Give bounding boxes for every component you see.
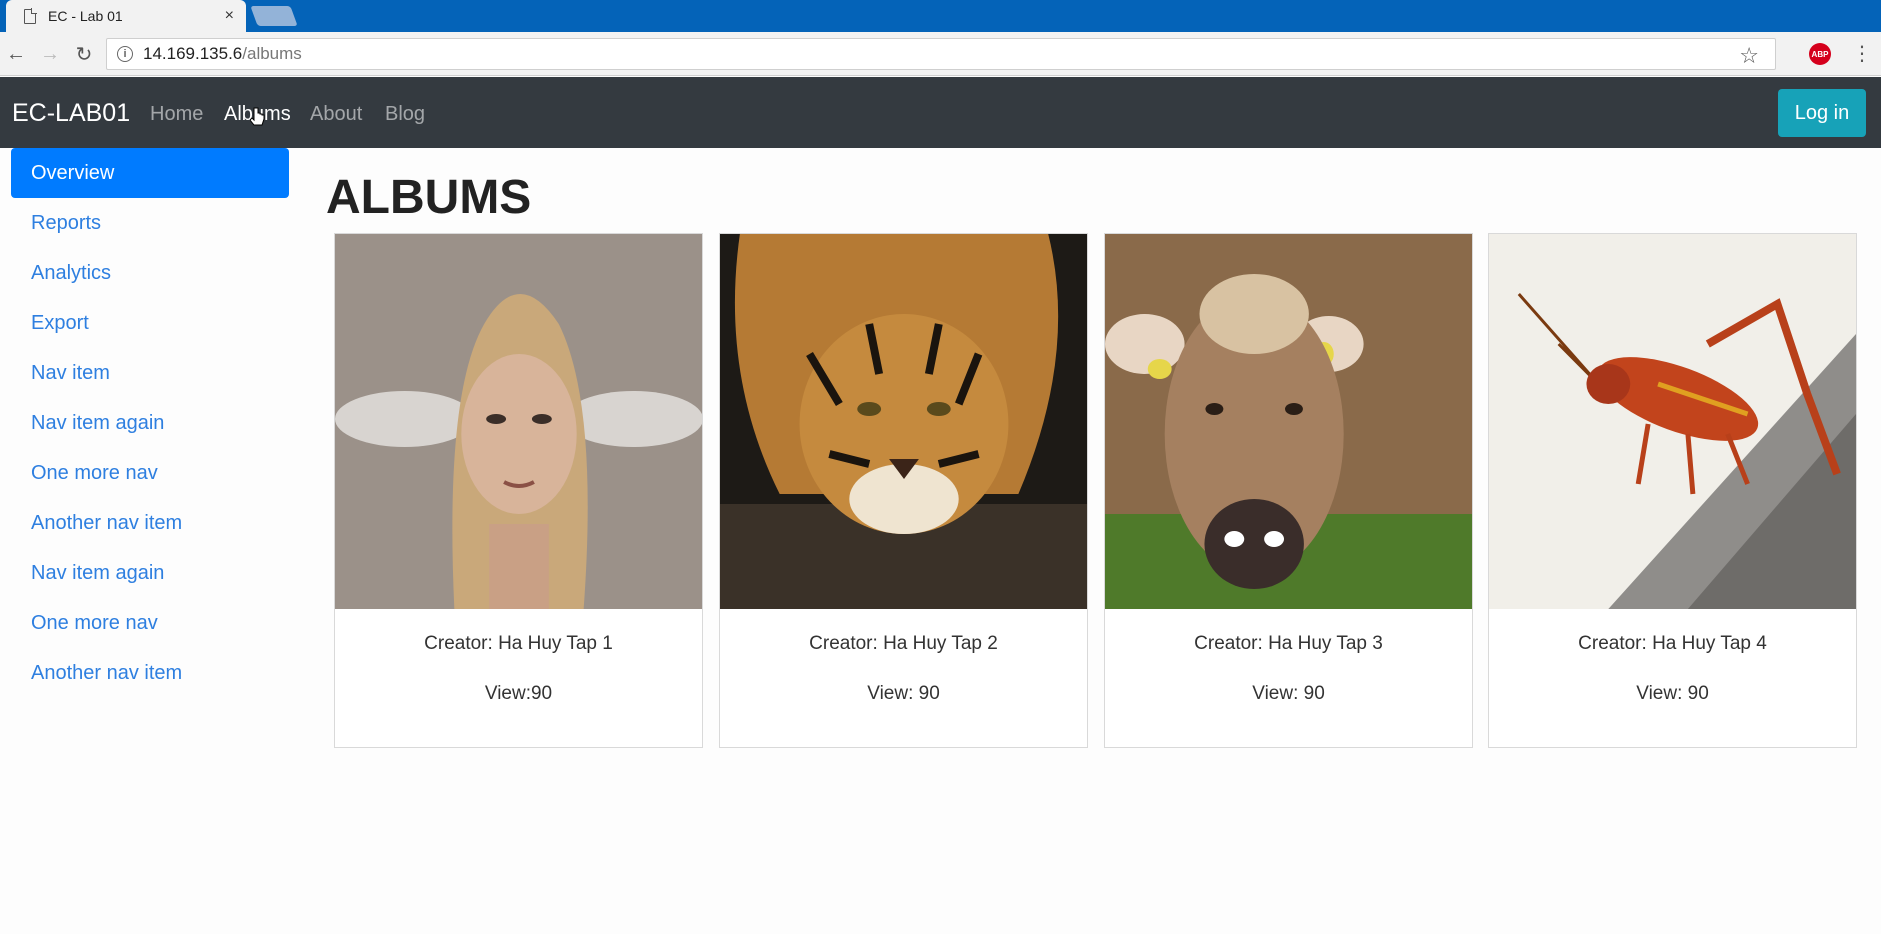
sidebar-item-one-more-nav-2[interactable]: One more nav <box>11 598 289 648</box>
album-creator: Creator: Ha Huy Tap 1 <box>424 633 613 654</box>
info-icon[interactable]: i <box>117 46 133 62</box>
sidebar-item-reports[interactable]: Reports <box>11 198 289 248</box>
url-host: 14.169.135.6 <box>143 44 243 63</box>
browser-tabstrip: EC - Lab 01 × <box>0 0 1881 32</box>
browser-tab[interactable]: EC - Lab 01 × <box>6 0 246 32</box>
sidebar-item-nav-item-again-2[interactable]: Nav item again <box>11 548 289 598</box>
bookmark-star-icon[interactable]: ☆ <box>1739 43 1759 69</box>
address-bar[interactable]: i 14.169.135.6/albums ☆ <box>106 38 1776 70</box>
back-icon[interactable]: ← <box>4 42 28 66</box>
nav-link-blog[interactable]: Blog <box>385 103 425 126</box>
album-card[interactable]: Creator: Ha Huy Tap 1 View:90 <box>334 233 703 748</box>
album-views: View:90 <box>484 683 553 704</box>
sidebar-item-one-more-nav[interactable]: One more nav <box>11 448 289 498</box>
nav-link-home[interactable]: Home <box>150 103 203 126</box>
url-path: /albums <box>242 44 302 63</box>
album-image-grasshopper[interactable] <box>1489 234 1856 609</box>
reload-icon[interactable]: ↻ <box>72 42 96 66</box>
album-card[interactable]: Creator: Ha Huy Tap 4 View: 90 <box>1488 233 1857 748</box>
album-creator: Creator: Ha Huy Tap 4 <box>1578 633 1767 654</box>
sidebar: Overview Reports Analytics Export Nav it… <box>0 148 300 934</box>
brand-logo[interactable]: EC-LAB01 <box>12 99 130 128</box>
sidebar-item-export[interactable]: Export <box>11 298 289 348</box>
album-views: View: 90 <box>1252 683 1325 704</box>
album-image-cow[interactable] <box>1105 234 1472 609</box>
sidebar-item-analytics[interactable]: Analytics <box>11 248 289 298</box>
nav-link-about[interactable]: About <box>310 103 362 126</box>
album-views: View: 90 <box>867 683 940 704</box>
adblock-icon[interactable]: ABP <box>1809 43 1831 65</box>
sidebar-item-another-nav-item-2[interactable]: Another nav item <box>11 648 289 698</box>
sidebar-item-overview[interactable]: Overview <box>11 148 289 198</box>
sidebar-item-nav-item-again[interactable]: Nav item again <box>11 398 289 448</box>
page-icon <box>24 7 37 24</box>
sidebar-item-another-nav-item[interactable]: Another nav item <box>11 498 289 548</box>
browser-menu-icon[interactable]: ⋮ <box>1852 40 1872 68</box>
forward-icon[interactable]: → <box>38 42 62 66</box>
new-tab-button[interactable] <box>250 6 298 26</box>
site-navbar: EC-LAB01 Home Albums About Blog Log in <box>0 77 1881 148</box>
mouse-cursor-icon <box>249 107 266 135</box>
album-image-woman-portrait[interactable] <box>335 234 702 609</box>
page-title: ALBUMS <box>326 171 532 224</box>
album-creator: Creator: Ha Huy Tap 2 <box>809 633 998 654</box>
tab-title: EC - Lab 01 <box>48 8 123 24</box>
album-image-tiger[interactable] <box>720 234 1087 609</box>
login-button[interactable]: Log in <box>1778 89 1866 137</box>
album-views: View: 90 <box>1636 683 1709 704</box>
album-card[interactable]: Creator: Ha Huy Tap 2 View: 90 <box>719 233 1088 748</box>
browser-toolbar: ← → ↻ i 14.169.135.6/albums ☆ <box>0 32 1881 76</box>
sidebar-item-nav-item[interactable]: Nav item <box>11 348 289 398</box>
album-card[interactable]: Creator: Ha Huy Tap 3 View: 90 <box>1104 233 1473 748</box>
album-creator: Creator: Ha Huy Tap 3 <box>1194 633 1383 654</box>
tab-close-icon[interactable]: × <box>225 7 234 25</box>
